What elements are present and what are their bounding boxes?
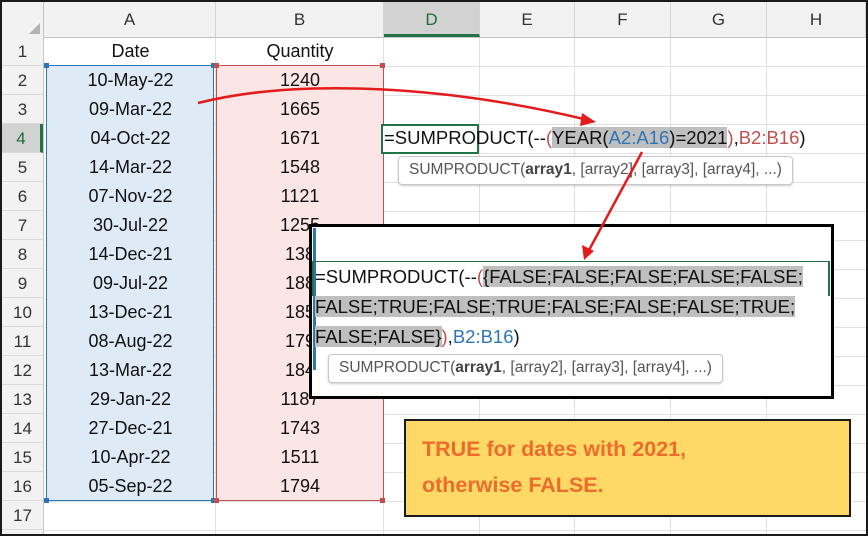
row-header[interactable]: 3 (2, 95, 43, 124)
function-tooltip[interactable]: SUMPRODUCT(array1, [array2], [array3], [… (398, 156, 793, 185)
row-header[interactable]: 7 (2, 211, 43, 240)
date-cell[interactable]: 13-Mar-22 (45, 356, 216, 385)
tooltip-fn: SUMPRODUCT( (339, 359, 456, 376)
column-header-e[interactable]: E (480, 2, 575, 37)
cell-b1-header[interactable]: Quantity (216, 37, 384, 66)
cell-a1-header[interactable]: Date (45, 37, 216, 66)
select-all-triangle-icon (29, 23, 40, 34)
date-cell[interactable]: 14-Dec-21 (45, 240, 216, 269)
eval-prefix: =SUMPRODUCT(-- (315, 266, 477, 287)
row-header[interactable]: 11 (2, 327, 43, 356)
evaluated-line-3: FALSE;FALSE}),B2:B16) (315, 326, 520, 348)
quantity-cell[interactable]: 1665 (216, 95, 384, 124)
row-header[interactable]: 13 (2, 385, 43, 414)
column-header-h[interactable]: H (767, 2, 866, 37)
row-header[interactable]: 2 (2, 66, 43, 95)
column-header-g[interactable]: G (671, 2, 767, 37)
column-header-d[interactable]: D (384, 2, 480, 37)
date-cell[interactable]: 05-Sep-22 (45, 472, 216, 501)
evaluated-line-2: FALSE;TRUE;FALSE;TRUE;FALSE;FALSE;FALSE;… (315, 296, 796, 318)
eval-array-part1: {FALSE;FALSE;FALSE;FALSE;FALSE; (483, 266, 803, 287)
row-header[interactable]: 8 (2, 240, 43, 269)
eval-array-part3: FALSE;FALSE} (315, 326, 442, 347)
quantity-cell[interactable]: 1121 (216, 182, 384, 211)
date-cell[interactable]: 27-Dec-21 (45, 414, 216, 443)
evaluated-line-1: =SUMPRODUCT(--({FALSE;FALSE;FALSE;FALSE;… (315, 266, 803, 288)
eval-array-part2: FALSE;TRUE;FALSE;TRUE;FALSE;FALSE;FALSE;… (315, 296, 796, 317)
date-cell[interactable]: 08-Aug-22 (45, 327, 216, 356)
tooltip-arg1: array1 (455, 359, 502, 376)
tooltip-arg1: array1 (525, 161, 572, 178)
tooltip-rest: , [array2], [array3], [array4], ...) (501, 359, 712, 376)
quantity-cell[interactable]: 1240 (216, 66, 384, 95)
formula-year-rest: )=2021 (669, 127, 728, 148)
note-line-1: TRUE for dates with 2021, (422, 437, 687, 461)
formula-year-fn: YEAR( (552, 127, 609, 148)
row-header[interactable]: 6 (2, 182, 43, 211)
date-cell[interactable]: 09-Jul-22 (45, 269, 216, 298)
quantity-cell[interactable]: 1511 (216, 443, 384, 472)
row-header[interactable]: 10 (2, 298, 43, 327)
row-header[interactable]: 15 (2, 443, 43, 472)
select-all-corner[interactable] (2, 2, 44, 37)
quantity-cell[interactable]: 1671 (216, 124, 384, 153)
spreadsheet-frame: A B D E F G H 1 2 3 4 5 6 7 8 9 10 11 12… (0, 0, 868, 536)
date-cell[interactable]: 14-Mar-22 (45, 153, 216, 182)
row-header[interactable]: 5 (2, 153, 43, 182)
row-header[interactable]: 1 (2, 37, 43, 66)
formula-text[interactable]: =SUMPRODUCT(--(YEAR(A2:A16)=2021),B2:B16… (384, 127, 806, 149)
date-cell[interactable]: 09-Mar-22 (45, 95, 216, 124)
tooltip-rest: , [array2], [array3], [array4], ...) (571, 161, 782, 178)
date-cell[interactable]: 13-Dec-21 (45, 298, 216, 327)
formula-prefix: =SUMPRODUCT(-- (384, 127, 546, 148)
annotation-note: TRUE for dates with 2021, otherwise FALS… (404, 419, 851, 517)
quantity-cell[interactable]: 1548 (216, 153, 384, 182)
date-cell[interactable]: 10-Apr-22 (45, 443, 216, 472)
date-cell[interactable]: 10-May-22 (45, 66, 216, 95)
quantity-cell[interactable]: 1794 (216, 472, 384, 501)
column-header-b[interactable]: B (216, 2, 384, 37)
formula-suffix: ) (799, 127, 806, 148)
quantity-cell[interactable]: 1743 (216, 414, 384, 443)
row-header[interactable]: 17 (2, 501, 43, 530)
row-header-bar: 1 2 3 4 5 6 7 8 9 10 11 12 13 14 15 16 1… (2, 37, 44, 534)
column-header-f[interactable]: F (575, 2, 671, 37)
evaluated-function-tooltip: SUMPRODUCT(array1, [array2], [array3], [… (328, 354, 723, 383)
date-cell[interactable]: 07-Nov-22 (45, 182, 216, 211)
date-cell[interactable]: 29-Jan-22 (45, 385, 216, 414)
row-header[interactable]: 14 (2, 414, 43, 443)
column-header-bar: A B D E F G H (2, 2, 866, 38)
row-header-selected[interactable]: 4 (2, 124, 43, 153)
formula-ref2: B2:B16 (738, 127, 800, 148)
note-line-2: otherwise FALSE. (422, 473, 604, 497)
date-cell[interactable]: 30-Jul-22 (45, 211, 216, 240)
eval-ref2: B2:B16 (452, 326, 514, 347)
column-header-a[interactable]: A (44, 2, 216, 37)
row-header[interactable]: 16 (2, 472, 43, 501)
formula-highlighted-expression: YEAR(A2:A16)=2021 (552, 127, 728, 148)
row-header[interactable]: 9 (2, 269, 43, 298)
eval-suffix: ) (513, 326, 520, 347)
tooltip-fn: SUMPRODUCT( (409, 161, 526, 178)
date-cell[interactable]: 04-Oct-22 (45, 124, 216, 153)
formula-year-ref: A2:A16 (608, 127, 670, 148)
row-header[interactable]: 12 (2, 356, 43, 385)
